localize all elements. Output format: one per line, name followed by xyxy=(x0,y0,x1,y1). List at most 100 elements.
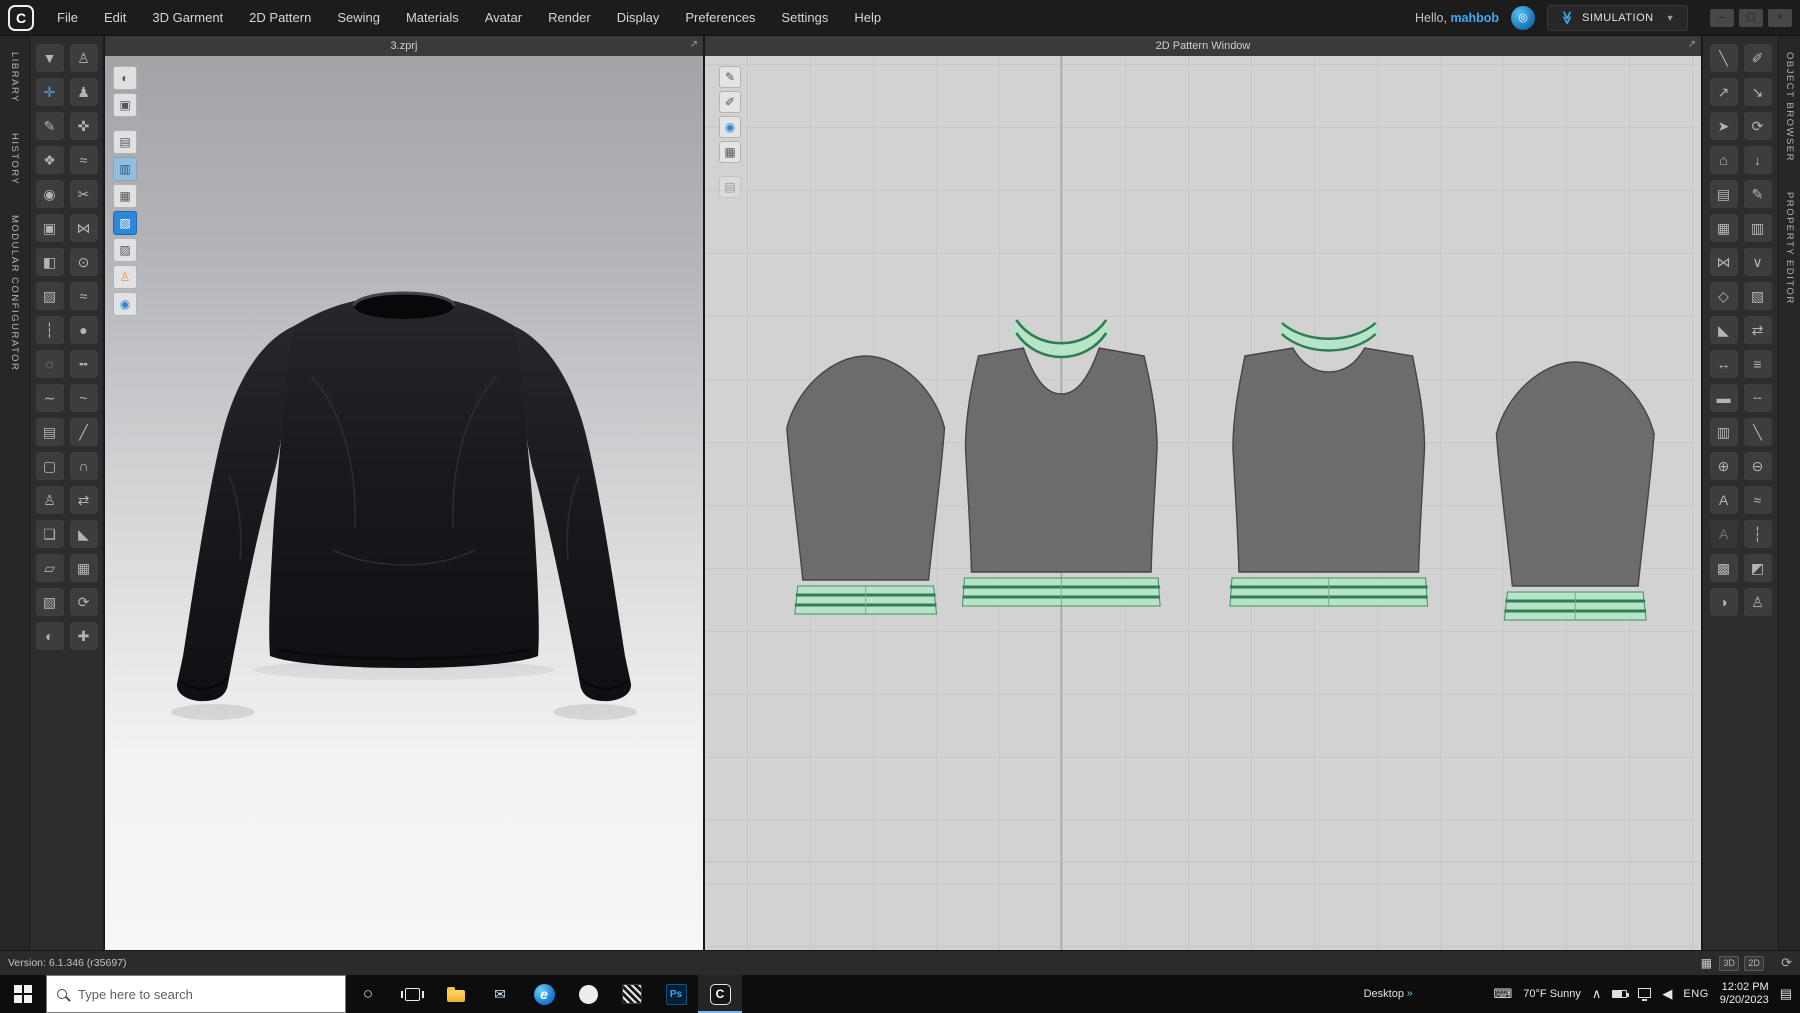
panel-title-2d[interactable]: 2D Pattern Window ↗ xyxy=(705,36,1701,56)
menu-settings[interactable]: Settings xyxy=(768,0,841,36)
pattern-2d-canvas[interactable]: ✎✐◉▦▤ xyxy=(705,56,1701,950)
piping-tool-icon[interactable]: ∩ xyxy=(70,452,98,480)
steam-tool-icon[interactable]: ≈ xyxy=(70,282,98,310)
export-icon[interactable]: ⌂ xyxy=(1710,146,1738,174)
tab-library[interactable]: LIBRARY xyxy=(9,52,20,103)
clo-logo-icon[interactable]: C xyxy=(8,5,34,31)
column-guide-icon[interactable]: ▥ xyxy=(1710,418,1738,446)
sync-icon[interactable]: ⟳ xyxy=(1781,955,1792,971)
mirror-pattern-icon[interactable]: ⇄ xyxy=(1744,316,1772,344)
menu-render[interactable]: Render xyxy=(535,0,604,36)
show-fabric-icon[interactable]: ▦ xyxy=(719,141,741,163)
cortana-button[interactable]: ○ xyxy=(346,975,390,1013)
mode-2d-button[interactable]: 2D xyxy=(1744,956,1764,971)
grab-tool-icon[interactable]: ❖ xyxy=(36,146,64,174)
trace-tool-icon[interactable]: ◣ xyxy=(70,520,98,548)
menu-sewing[interactable]: Sewing xyxy=(324,0,393,36)
colorway-edit-icon[interactable]: ◑ xyxy=(1710,588,1738,616)
text-style-icon[interactable]: A xyxy=(1710,520,1738,548)
mail-button[interactable]: ✉ xyxy=(478,975,522,1013)
avatar-tape-icon[interactable]: ⇄ xyxy=(70,486,98,514)
arrow-ne-icon[interactable]: ↗ xyxy=(1710,78,1738,106)
edge-button[interactable]: e xyxy=(522,975,566,1013)
rotate-pattern-icon[interactable]: ⟳ xyxy=(1744,112,1772,140)
pin-tool-icon[interactable]: ✜ xyxy=(70,112,98,140)
pattern-piece-sleeve-left[interactable] xyxy=(787,356,945,614)
garment-texture-icon[interactable]: ▣ xyxy=(113,93,137,117)
popout-icon[interactable]: ↗ xyxy=(1688,39,1696,50)
tab-property-editor[interactable]: PROPERTY EDITOR xyxy=(1784,192,1795,305)
ruler-icon[interactable]: ▬ xyxy=(1710,384,1738,412)
close-button[interactable]: × xyxy=(1768,9,1792,27)
menu-help[interactable]: Help xyxy=(841,0,894,36)
topstitch-tool-icon[interactable]: ╍ xyxy=(70,350,98,378)
clo-button[interactable]: C xyxy=(698,975,742,1013)
layout-icon[interactable]: ▦ xyxy=(1701,956,1712,970)
clock[interactable]: 12:02 PM 9/20/2023 xyxy=(1720,981,1769,1007)
texture-brush-icon[interactable]: ✐ xyxy=(1744,44,1772,72)
binding-tool-icon[interactable]: ▢ xyxy=(36,452,64,480)
drop-arrow-icon[interactable]: ▼ xyxy=(36,44,64,72)
texture-edit-icon[interactable]: ▧ xyxy=(36,588,64,616)
pattern-piece-sleeve-right[interactable] xyxy=(1496,362,1654,620)
print-layout-icon[interactable]: ▥ xyxy=(1744,214,1772,242)
diagonal-guide-icon[interactable]: ╲ xyxy=(1744,418,1772,446)
username-link[interactable]: mahbob xyxy=(1450,11,1499,25)
network-icon[interactable] xyxy=(1638,988,1651,998)
measure-tool-icon[interactable]: ≈ xyxy=(70,146,98,174)
fold-tool-icon[interactable]: ◧ xyxy=(36,248,64,276)
menu-preferences[interactable]: Preferences xyxy=(672,0,768,36)
touch-keyboard-icon[interactable]: ⌨ xyxy=(1494,986,1513,1002)
menu-display[interactable]: Display xyxy=(604,0,673,36)
smooth-brush-icon[interactable]: ◐ xyxy=(36,622,64,650)
wrinkle-tool-icon[interactable]: ▨ xyxy=(36,282,64,310)
panel-title-3d[interactable]: 3.zprj ↗ xyxy=(105,36,703,56)
freeze-brush-icon[interactable]: ✚ xyxy=(70,622,98,650)
garment-thickness-icon[interactable]: ▨ xyxy=(113,238,137,262)
transform-pattern-icon[interactable]: ➤ xyxy=(1710,112,1738,140)
show-textile-icon[interactable]: ▧ xyxy=(113,211,137,235)
file-explorer-button[interactable] xyxy=(434,975,478,1013)
garment-tool-icon[interactable]: ▣ xyxy=(36,214,64,242)
bias-tape-icon[interactable]: ╱ xyxy=(70,418,98,446)
show-environment-icon[interactable]: ◉ xyxy=(113,292,137,316)
grid-pattern-icon[interactable]: ▦ xyxy=(1710,214,1738,242)
trace-pattern-icon[interactable]: ◣ xyxy=(1710,316,1738,344)
zigzag-stitch-icon[interactable]: ≈ xyxy=(1744,486,1772,514)
garment-3d-render[interactable] xyxy=(105,56,703,950)
edit-curve-icon[interactable]: ✐ xyxy=(719,91,741,113)
tab-object-browser[interactable]: OBJECT BROWSER xyxy=(1784,52,1795,162)
action-center-icon[interactable]: ▤ xyxy=(1780,986,1792,1002)
tack-tool-icon[interactable]: ⊙ xyxy=(70,248,98,276)
popout-icon[interactable]: ↗ xyxy=(690,39,698,50)
mode-3d-button[interactable]: 3D xyxy=(1719,956,1739,971)
layer-clone-icon[interactable]: ❏ xyxy=(36,520,64,548)
swatch-icon[interactable]: ◩ xyxy=(1744,554,1772,582)
measure-2d-icon[interactable]: ≡ xyxy=(1744,350,1772,378)
avatar-scale-icon[interactable]: ♙ xyxy=(1744,588,1772,616)
design-app-button[interactable] xyxy=(610,975,654,1013)
shirring-tool-icon[interactable]: ∼ xyxy=(36,384,64,412)
button-tool-icon[interactable]: ● xyxy=(70,316,98,344)
photoshop-button[interactable]: Ps xyxy=(654,975,698,1013)
pleats-tool-icon[interactable]: ▤ xyxy=(36,418,64,446)
notch-icon[interactable]: ∨ xyxy=(1744,248,1772,276)
tab-modular-configurator[interactable]: MODULAR CONFIGURATOR xyxy=(9,215,20,371)
move-gizmo-icon[interactable]: ✛ xyxy=(36,78,64,106)
search-input[interactable] xyxy=(76,986,335,1003)
pen-tool-icon[interactable]: ✎ xyxy=(36,112,64,140)
gizmo-rotate-icon[interactable]: ⟳ xyxy=(70,588,98,616)
start-button[interactable] xyxy=(0,975,46,1013)
pattern-piece-body-back[interactable] xyxy=(1230,323,1428,606)
tab-history[interactable]: HISTORY xyxy=(9,133,20,185)
avatar-joint-icon[interactable]: ♟ xyxy=(70,78,98,106)
minimize-button[interactable]: – xyxy=(1710,9,1734,27)
volume-icon[interactable]: ◀ xyxy=(1662,986,1672,1002)
scissor-tool-icon[interactable]: ✂ xyxy=(70,180,98,208)
annotate-pattern-icon[interactable]: ✎ xyxy=(1744,180,1772,208)
menu-avatar[interactable]: Avatar xyxy=(472,0,535,36)
fitting-tool-icon[interactable]: ♙ xyxy=(36,486,64,514)
hatch-fill-icon[interactable]: ▩ xyxy=(1710,554,1738,582)
zoom-in-icon[interactable]: ⊕ xyxy=(1710,452,1738,480)
menu-3d-garment[interactable]: 3D Garment xyxy=(139,0,236,36)
